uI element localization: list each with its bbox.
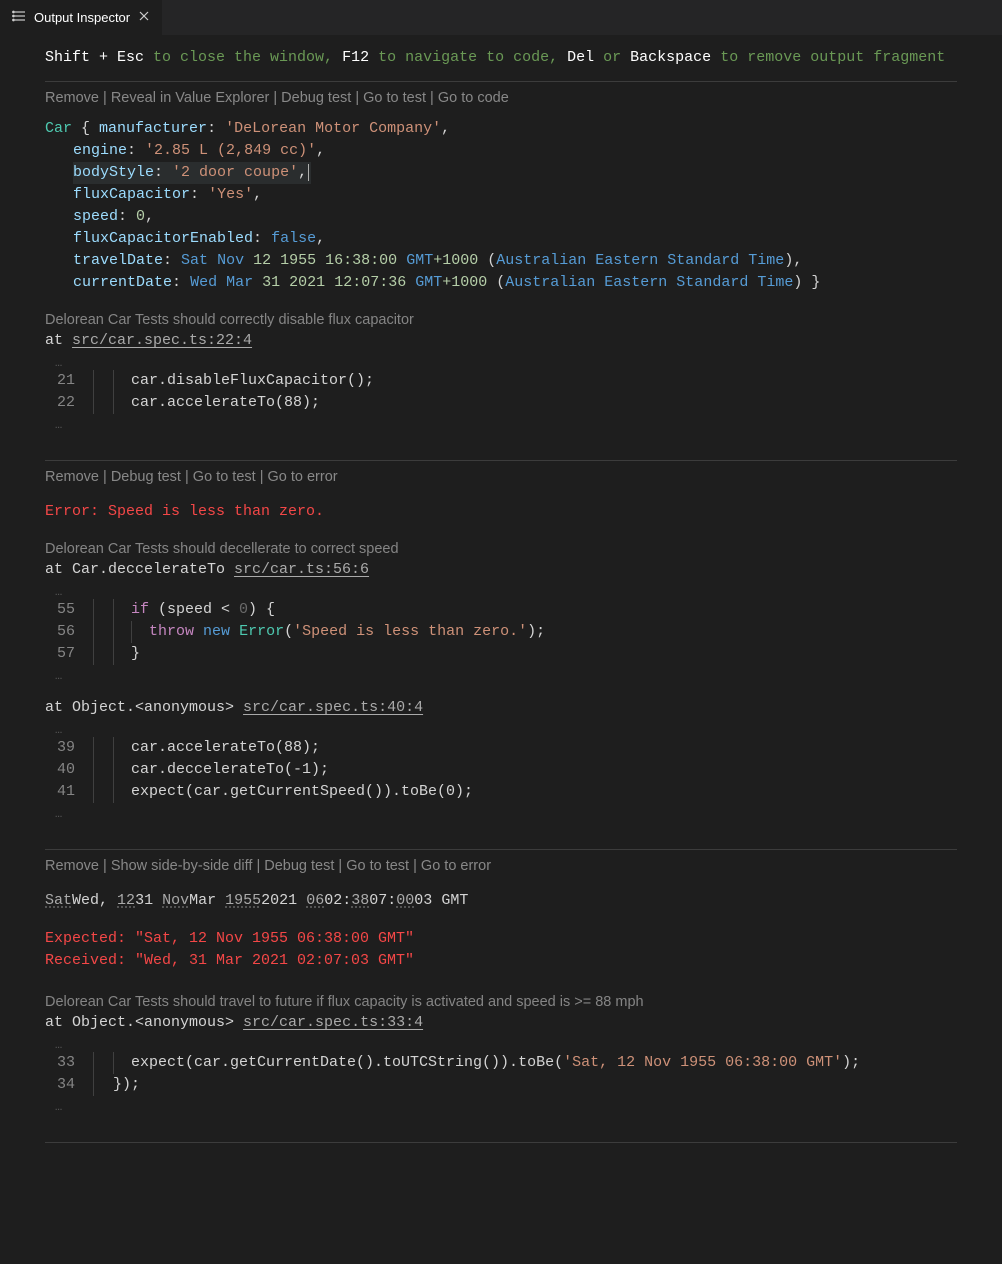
divider [45,1142,957,1143]
code-snippet: …33expect(car.getCurrentDate().toUTCStri… [45,1034,957,1114]
action-go-to-test[interactable]: Go to test [346,858,409,874]
source-link[interactable]: src/car.spec.ts:22:4 [72,332,252,349]
action-show-side-by-side-diff[interactable]: Show side-by-side diff [111,858,253,874]
divider [45,81,957,82]
source-link[interactable]: src/car.ts:56:6 [234,561,369,578]
divider [45,460,957,461]
received-line: Received: "Wed, 31 Mar 2021 02:07:03 GMT… [45,950,957,972]
action-debug-test[interactable]: Debug test [264,858,334,874]
object-dump: Car { manufacturer: 'DeLorean Motor Comp… [45,118,957,294]
tab-bar: Output Inspector [0,0,1002,35]
close-icon[interactable] [136,8,152,27]
source-link[interactable]: src/car.spec.ts:33:4 [243,1014,423,1031]
action-go-to-test[interactable]: Go to test [363,90,426,106]
keyboard-hint: Shift + Esc to close the window, F12 to … [45,47,957,69]
expected-line: Expected: "Sat, 12 Nov 1955 06:38:00 GMT… [45,928,957,950]
action-go-to-test[interactable]: Go to test [193,469,256,485]
tab-output-inspector[interactable]: Output Inspector [0,0,162,35]
action-remove[interactable]: Remove [45,90,99,106]
test-name: Delorean Car Tests should travel to futu… [45,994,957,1010]
action-remove[interactable]: Remove [45,469,99,485]
code-snippet: …21car.disableFluxCapacitor();22car.acce… [45,352,957,432]
error-message: Error: Speed is less than zero. [45,501,957,523]
code-line: 22car.accelerateTo(88); [45,392,957,414]
source-link[interactable]: src/car.spec.ts:40:4 [243,699,423,716]
code-line: 34}); [45,1074,957,1096]
action-go-to-error[interactable]: Go to error [268,469,338,485]
action-go-to-code[interactable]: Go to code [438,90,509,106]
stack-frame: at Object.<anonymous> src/car.spec.ts:33… [45,1012,957,1034]
action-bar: Remove | Reveal in Value Explorer | Debu… [45,90,957,106]
action-go-to-error[interactable]: Go to error [421,858,491,874]
code-snippet: …55if (speed < 0) {56throw new Error('Sp… [45,581,957,683]
code-line: 39car.accelerateTo(88); [45,737,957,759]
test-name: Delorean Car Tests should correctly disa… [45,312,957,328]
action-bar: Remove | Debug test | Go to test | Go to… [45,469,957,485]
action-reveal-in-value-explorer[interactable]: Reveal in Value Explorer [111,90,270,106]
stack-frame: at Object.<anonymous> src/car.spec.ts:40… [45,697,957,719]
code-line: 21car.disableFluxCapacitor(); [45,370,957,392]
action-bar: Remove | Show side-by-side diff | Debug … [45,858,957,874]
divider [45,849,957,850]
code-line: 41expect(car.getCurrentSpeed()).toBe(0); [45,781,957,803]
code-line: 55if (speed < 0) { [45,599,957,621]
diff-inline: SatWed, 1231 NovMar 19552021 0602:3807:0… [45,890,957,912]
code-line: 56throw new Error('Speed is less than ze… [45,621,957,643]
code-line: 40car.deccelerateTo(-1); [45,759,957,781]
code-snippet: …39car.accelerateTo(88);40car.deccelerat… [45,719,957,821]
code-line: 57} [45,643,957,665]
action-debug-test[interactable]: Debug test [111,469,181,485]
stack-frame: at src/car.spec.ts:22:4 [45,330,957,352]
tab-title: Output Inspector [34,10,130,25]
list-icon [12,8,28,27]
test-name: Delorean Car Tests should decellerate to… [45,541,957,557]
action-debug-test[interactable]: Debug test [281,90,351,106]
stack-frame: at Car.deccelerateTo src/car.ts:56:6 [45,559,957,581]
code-line: 33expect(car.getCurrentDate().toUTCStrin… [45,1052,957,1074]
action-remove[interactable]: Remove [45,858,99,874]
